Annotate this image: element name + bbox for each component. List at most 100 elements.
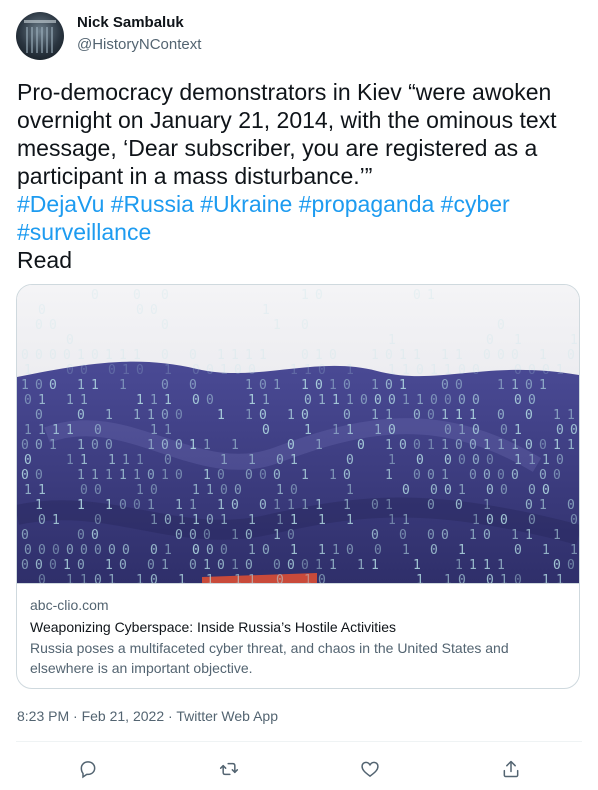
- date[interactable]: Feb 21, 2022: [82, 708, 165, 724]
- svg-text:0: 0: [161, 438, 169, 453]
- svg-text:0: 0: [161, 348, 169, 363]
- svg-text:0: 0: [259, 378, 267, 393]
- svg-text:0: 0: [416, 363, 424, 378]
- svg-text:1: 1: [413, 558, 421, 573]
- svg-text:0: 0: [262, 423, 270, 438]
- svg-text:0: 0: [486, 483, 494, 498]
- svg-text:0: 0: [455, 378, 463, 393]
- card-image[interactable]: 0110100010000000101001100000001110000011…: [17, 285, 579, 583]
- svg-text:1: 1: [402, 513, 410, 528]
- like-button[interactable]: [356, 755, 384, 783]
- reply-button[interactable]: [74, 755, 102, 783]
- svg-text:1: 1: [66, 453, 74, 468]
- svg-text:0: 0: [150, 573, 158, 583]
- svg-text:0: 0: [357, 438, 365, 453]
- svg-text:1: 1: [301, 498, 309, 513]
- svg-text:0: 0: [206, 513, 214, 528]
- svg-text:1: 1: [511, 528, 519, 543]
- svg-text:1: 1: [178, 573, 186, 583]
- svg-text:0: 0: [133, 288, 141, 303]
- svg-text:1: 1: [371, 408, 379, 423]
- svg-text:0: 0: [217, 558, 225, 573]
- svg-text:1: 1: [539, 498, 547, 513]
- author-name[interactable]: Nick Sambaluk: [77, 14, 184, 31]
- hashtag-line: #DejaVu #Russia #Ukraine #propaganda #cy…: [17, 190, 582, 246]
- svg-text:1: 1: [66, 423, 74, 438]
- svg-text:0: 0: [189, 378, 197, 393]
- svg-text:0: 0: [301, 348, 309, 363]
- svg-text:1: 1: [483, 438, 491, 453]
- time[interactable]: 8:23 PM: [17, 708, 69, 724]
- hashtag-ukraine[interactable]: #Ukraine: [200, 191, 292, 217]
- svg-text:1: 1: [402, 393, 410, 408]
- svg-text:1: 1: [455, 408, 463, 423]
- hashtag-surveillance[interactable]: #surveillance: [17, 219, 151, 245]
- svg-text:0: 0: [91, 348, 99, 363]
- svg-text:0: 0: [570, 513, 578, 528]
- svg-text:0: 0: [259, 498, 267, 513]
- svg-text:0: 0: [24, 543, 32, 558]
- svg-text:1: 1: [413, 348, 421, 363]
- svg-text:0: 0: [94, 573, 102, 583]
- svg-text:1: 1: [388, 363, 396, 378]
- svg-text:1: 1: [133, 468, 141, 483]
- svg-text:0: 0: [77, 408, 85, 423]
- hashtag-cyber[interactable]: #cyber: [441, 191, 510, 217]
- retweet-button[interactable]: [215, 755, 243, 783]
- svg-text:1: 1: [514, 453, 522, 468]
- svg-text:0: 0: [483, 528, 491, 543]
- svg-text:1: 1: [248, 513, 256, 528]
- svg-text:1: 1: [539, 378, 547, 393]
- svg-text:0: 0: [343, 408, 351, 423]
- like-icon: [361, 761, 379, 778]
- svg-text:1: 1: [553, 438, 561, 453]
- link-card[interactable]: 0110100010000000101001100000001110000011…: [16, 284, 580, 689]
- svg-text:0: 0: [136, 303, 144, 318]
- svg-text:0: 0: [24, 453, 32, 468]
- svg-text:0: 0: [49, 558, 57, 573]
- svg-text:1: 1: [374, 423, 382, 438]
- svg-text:0: 0: [497, 318, 505, 333]
- svg-text:0: 0: [528, 483, 536, 498]
- svg-text:0: 0: [38, 543, 46, 558]
- avatar[interactable]: [16, 12, 64, 60]
- hashtag-russia[interactable]: #Russia: [111, 191, 194, 217]
- hashtag-dejavu[interactable]: #DejaVu: [17, 191, 104, 217]
- svg-text:0: 0: [402, 483, 410, 498]
- svg-text:0: 0: [413, 288, 421, 303]
- reply-icon: [80, 761, 96, 779]
- svg-text:1: 1: [105, 558, 113, 573]
- svg-text:1: 1: [52, 423, 60, 438]
- svg-text:0: 0: [301, 558, 309, 573]
- svg-text:0: 0: [528, 513, 536, 528]
- hashtag-propaganda[interactable]: #propaganda: [299, 191, 435, 217]
- svg-text:0: 0: [91, 528, 99, 543]
- card-meta[interactable]: abc-clio.com Weaponizing Cyberspace: Ins…: [17, 583, 579, 688]
- svg-text:1: 1: [304, 423, 312, 438]
- svg-text:0: 0: [66, 333, 74, 348]
- svg-text:1: 1: [189, 438, 197, 453]
- svg-text:0: 0: [416, 453, 424, 468]
- svg-text:0: 0: [472, 453, 480, 468]
- svg-text:1: 1: [77, 468, 85, 483]
- svg-text:1: 1: [38, 393, 46, 408]
- svg-text:1: 1: [105, 468, 113, 483]
- svg-text:0: 0: [38, 513, 46, 528]
- svg-text:0: 0: [136, 363, 144, 378]
- svg-text:1: 1: [315, 498, 323, 513]
- share-button[interactable]: [497, 755, 525, 783]
- svg-text:1: 1: [287, 408, 295, 423]
- svg-text:1: 1: [287, 498, 295, 513]
- svg-text:1: 1: [245, 348, 253, 363]
- author-handle[interactable]: @HistoryNContext: [77, 36, 201, 53]
- svg-text:0: 0: [483, 348, 491, 363]
- svg-text:1: 1: [133, 348, 141, 363]
- svg-text:1: 1: [234, 573, 242, 583]
- svg-text:1: 1: [385, 408, 393, 423]
- svg-text:0: 0: [175, 438, 183, 453]
- source: Twitter Web App: [176, 708, 278, 724]
- svg-text:1: 1: [147, 408, 155, 423]
- svg-text:1: 1: [24, 483, 32, 498]
- svg-text:1: 1: [231, 348, 239, 363]
- svg-text:1: 1: [329, 468, 337, 483]
